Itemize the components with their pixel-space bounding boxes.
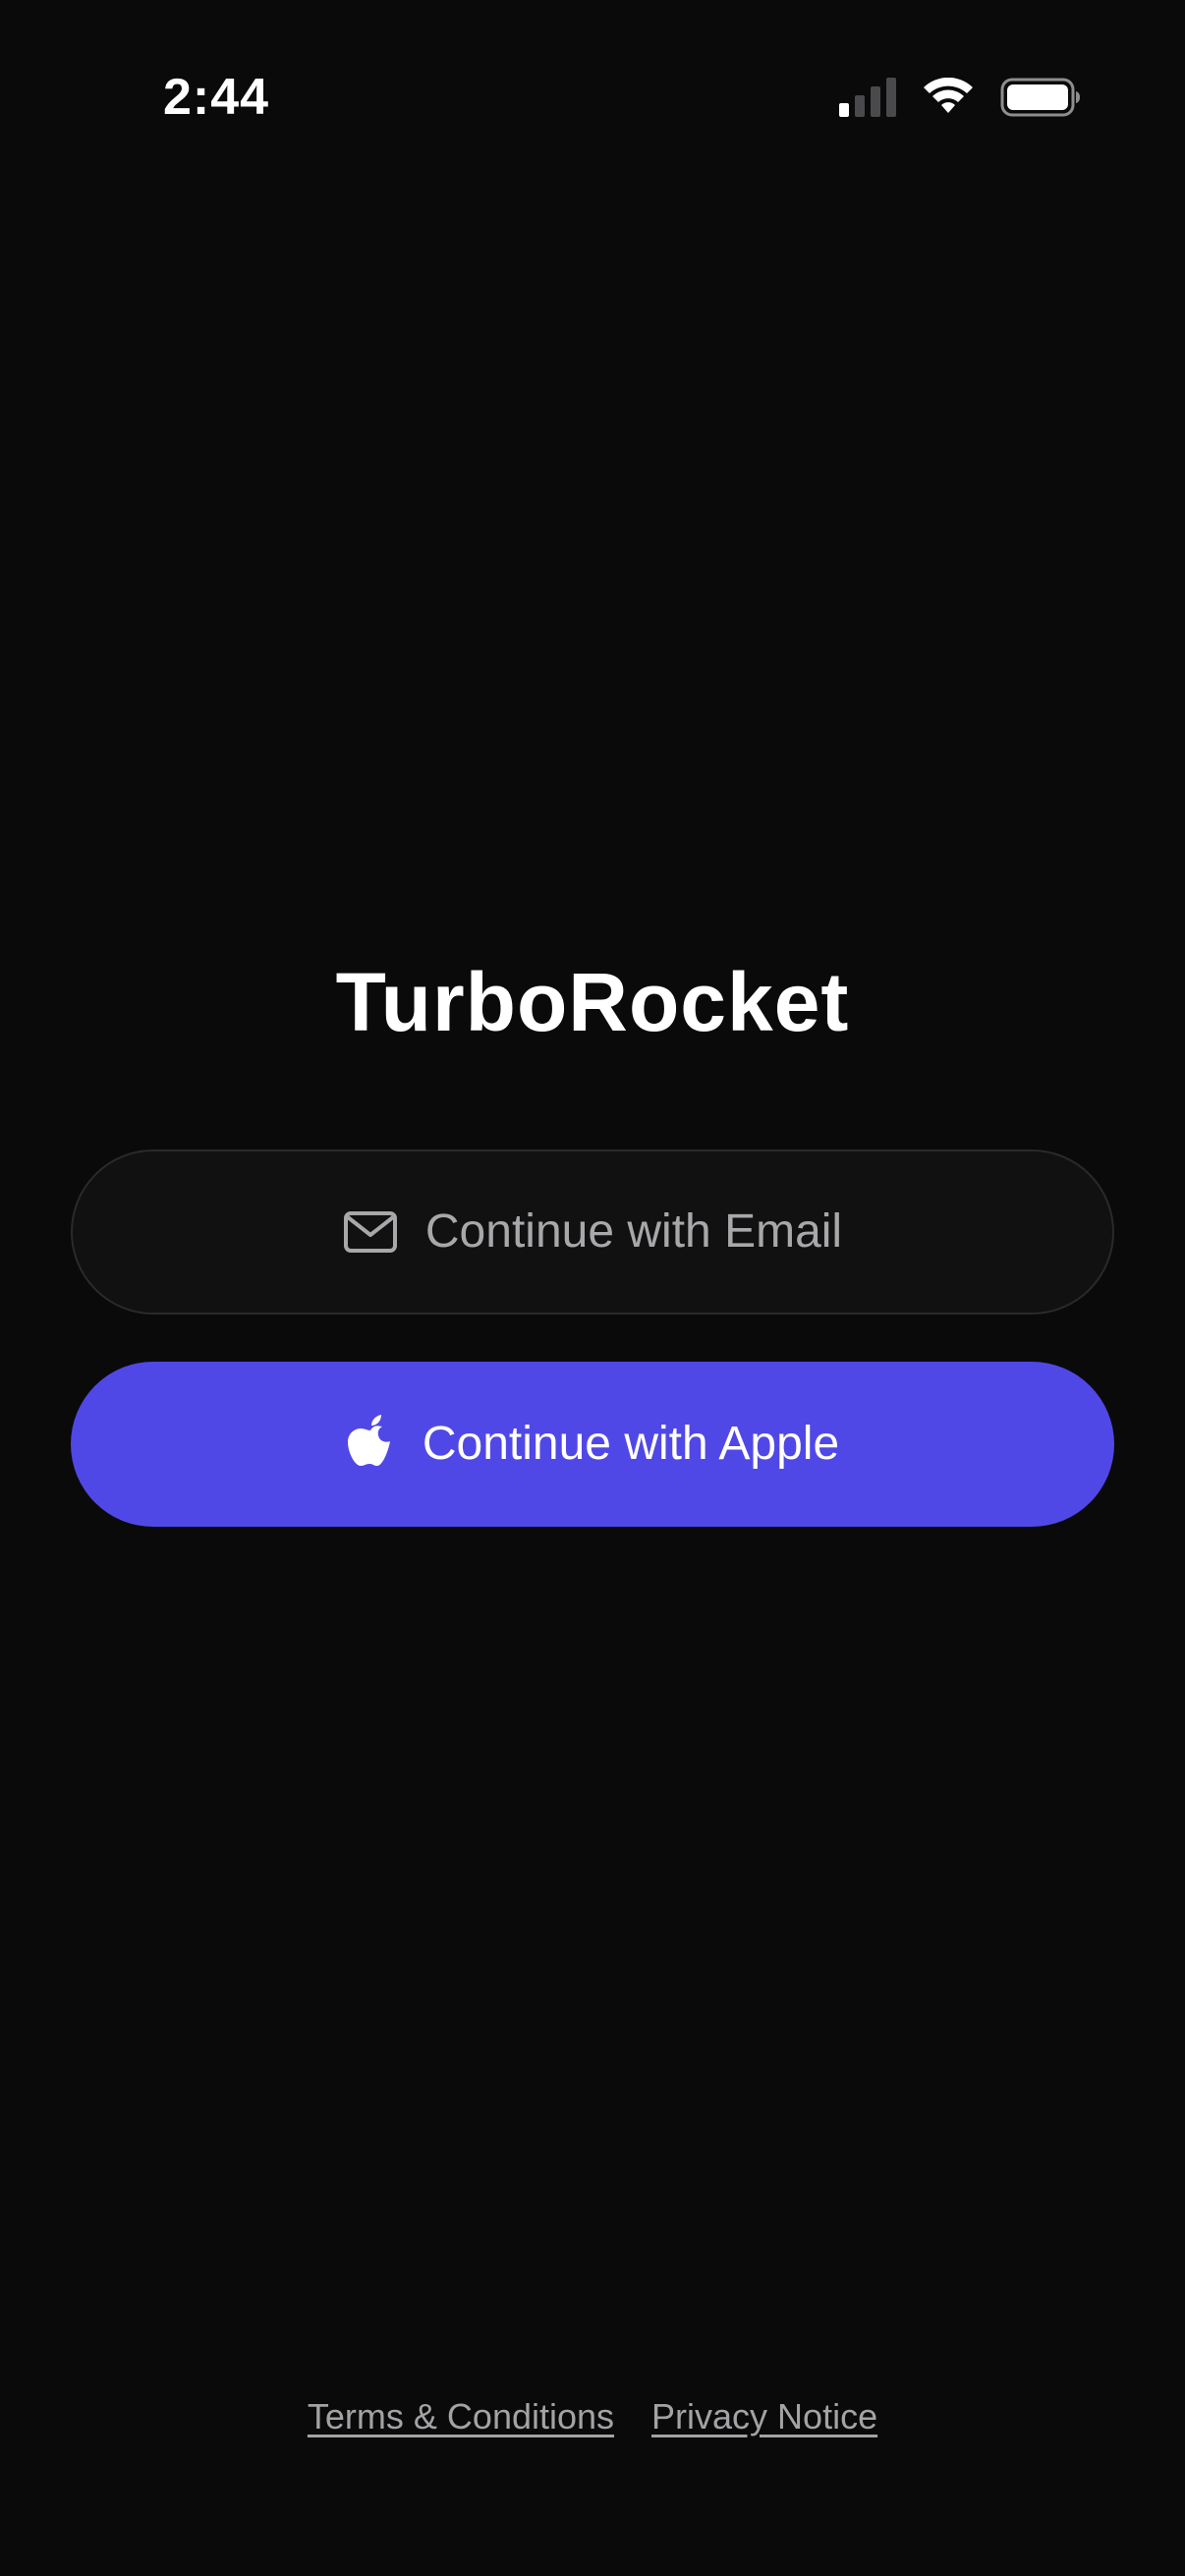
wifi-icon xyxy=(924,78,973,113)
app-title: TurboRocket xyxy=(335,956,850,1048)
battery-icon xyxy=(1000,78,1080,117)
privacy-notice-link[interactable]: Privacy Notice xyxy=(651,2393,877,2440)
status-bar: 2:44 xyxy=(0,0,1185,196)
cellular-signal-icon xyxy=(839,78,896,117)
continue-with-apple-button[interactable]: Continue with Apple xyxy=(71,1362,1114,1527)
footer-links: Terms & Conditions Privacy Notice xyxy=(0,2393,1185,2440)
terms-and-conditions-link[interactable]: Terms & Conditions xyxy=(308,2393,614,2440)
mail-icon xyxy=(343,1211,397,1253)
email-button-label: Continue with Email xyxy=(424,1205,843,1258)
continue-with-email-button[interactable]: Continue with Email xyxy=(71,1149,1114,1315)
welcome-screen: 2:44 TurboRocket Continue with Email Con… xyxy=(0,0,1185,2576)
status-time: 2:44 xyxy=(163,69,270,126)
apple-icon xyxy=(347,1415,390,1466)
status-icons xyxy=(839,71,1081,124)
apple-button-label: Continue with Apple xyxy=(422,1418,840,1470)
